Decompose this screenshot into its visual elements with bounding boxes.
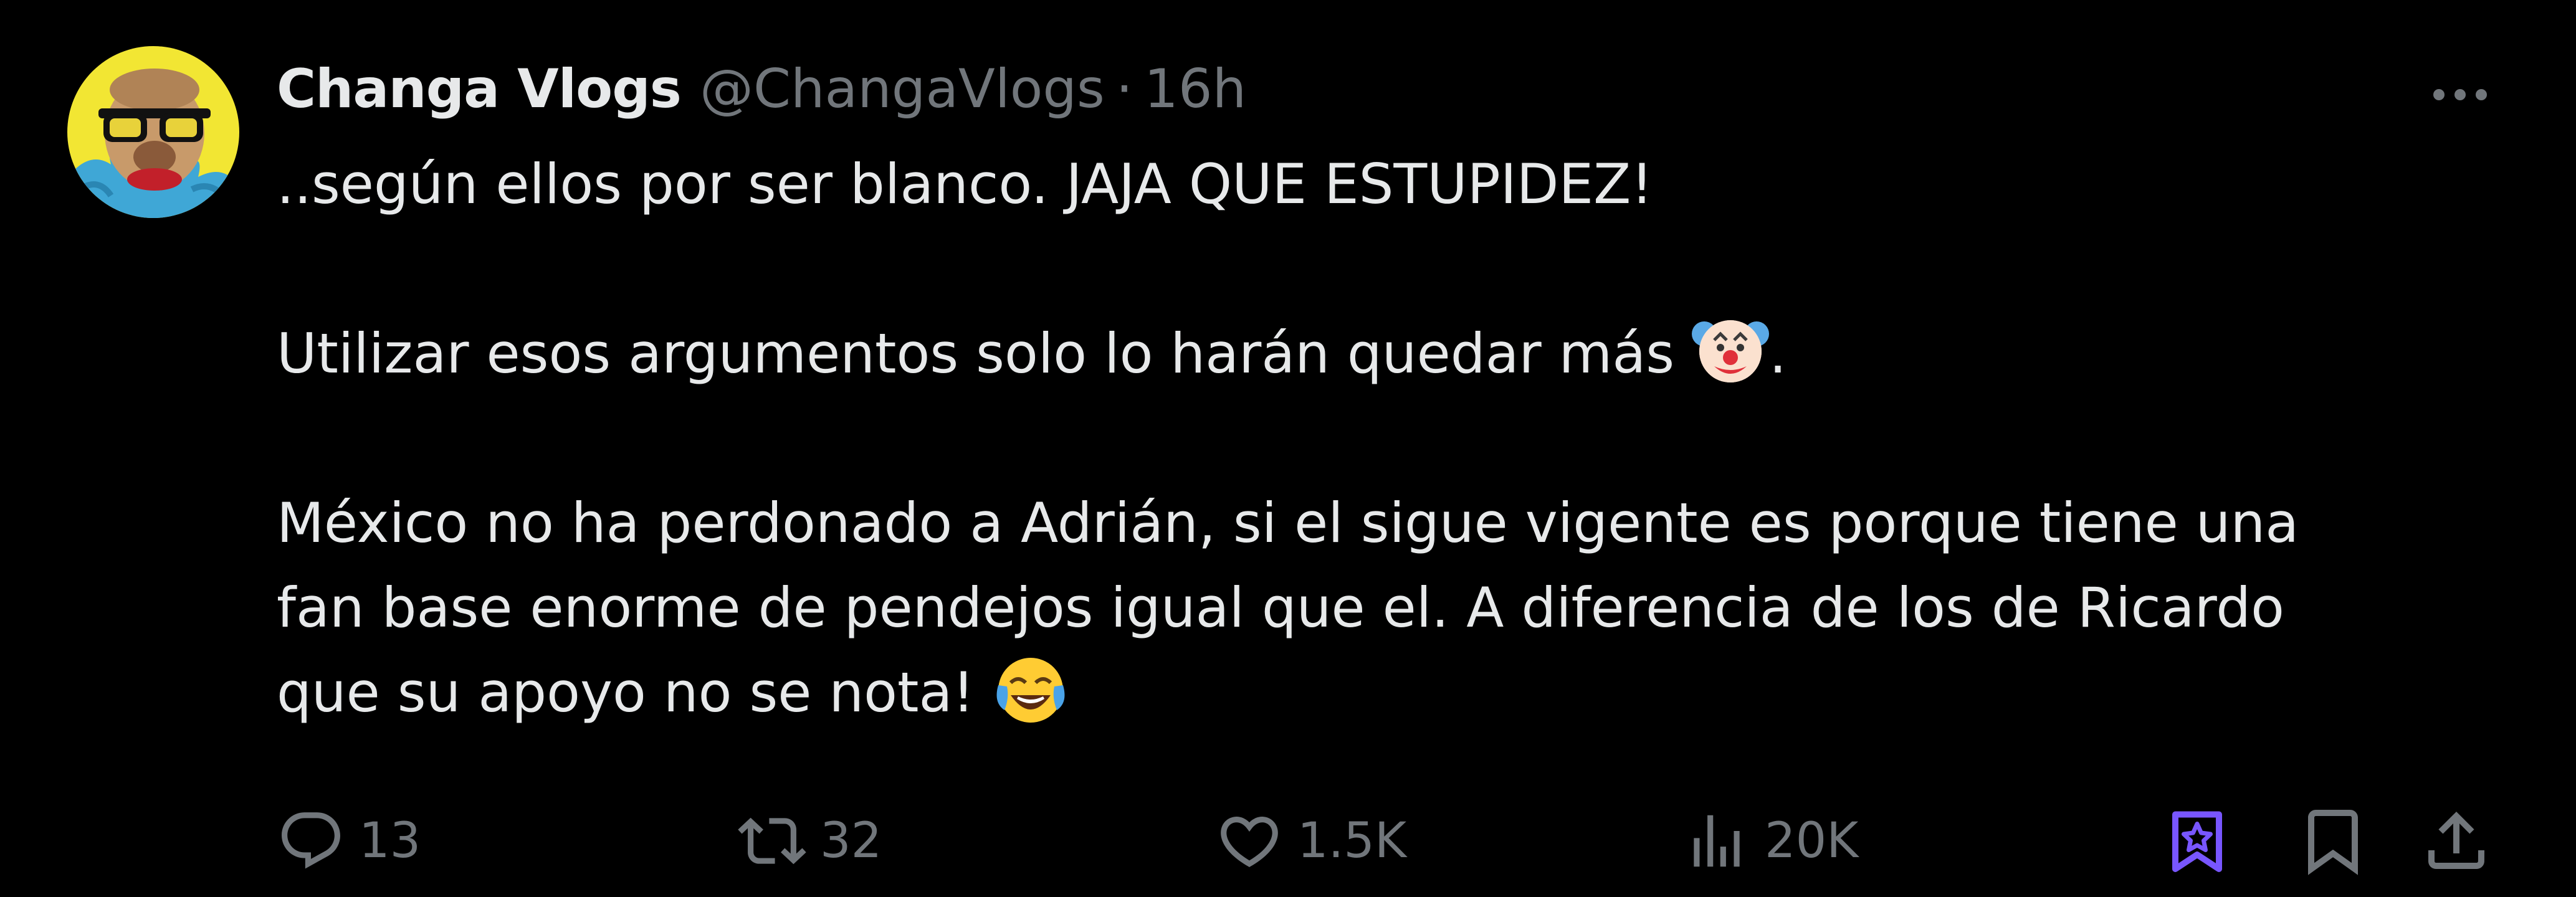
reply-button[interactable]: 13 — [277, 791, 421, 891]
tweet-text-line: México no ha perdonado a Adrián, si el s… — [277, 491, 2299, 555]
grok-button[interactable] — [2154, 791, 2241, 891]
views-button[interactable]: 20K — [1682, 791, 1858, 891]
bookmark-icon — [2308, 810, 2358, 875]
heart-icon — [1221, 817, 1278, 867]
more-horizontal-icon — [2433, 89, 2487, 100]
avatar-image — [67, 46, 239, 218]
tweet-header: Changa Vlogs @ChangaVlogs · 16h — [277, 49, 1246, 130]
tweet-text-line: fan base enorme de pendejos igual que el… — [277, 576, 2284, 640]
tweet-text-line: ..según ellos por ser blanco. JAJA QUE E… — [277, 152, 1653, 216]
tweet-text-segment: que su apoyo no se nota! — [277, 660, 992, 724]
share-button[interactable] — [2413, 791, 2500, 891]
retweet-icon — [738, 817, 806, 865]
reply-bubble-icon — [282, 812, 340, 869]
tweet-card[interactable]: Changa Vlogs @ChangaVlogs · 16h ..según … — [0, 0, 2576, 897]
tweet-body: ..según ellos por ser blanco. JAJA QUE E… — [277, 142, 2483, 735]
retweet-button[interactable]: 32 — [738, 791, 882, 891]
clown-face-emoji-icon — [1692, 311, 1770, 389]
retweet-count: 32 — [820, 813, 882, 869]
views-count: 20K — [1765, 813, 1859, 869]
reply-count: 13 — [359, 813, 421, 869]
like-count: 1.5K — [1297, 813, 1407, 869]
more-options-button[interactable] — [2428, 70, 2493, 120]
tweet-timestamp[interactable]: 16h — [1144, 58, 1246, 120]
analytics-bars-icon — [1694, 815, 1740, 867]
share-upload-icon — [2428, 811, 2484, 869]
tweet-text-segment: . — [1769, 321, 1787, 386]
avatar[interactable] — [67, 46, 239, 218]
header-separator: · — [1115, 58, 1133, 120]
tweet-text-segment: Utilizar esos argumentos solo lo harán q… — [277, 321, 1692, 386]
tweet-text-line: que su apoyo no se nota! — [277, 650, 2483, 735]
like-button[interactable]: 1.5K — [1215, 791, 1406, 891]
tweet-text-line: Utilizar esos argumentos solo lo harán q… — [277, 311, 2483, 396]
tweet-action-bar: 13 32 1.5K 20K — [0, 791, 2576, 891]
face-with-tears-of-joy-emoji-icon — [992, 650, 1069, 728]
author-handle[interactable]: @ChangaVlogs — [700, 58, 1105, 120]
author-display-name[interactable]: Changa Vlogs — [277, 58, 682, 120]
bookmark-button[interactable] — [2289, 791, 2377, 891]
grok-bookmark-icon — [2172, 811, 2222, 872]
